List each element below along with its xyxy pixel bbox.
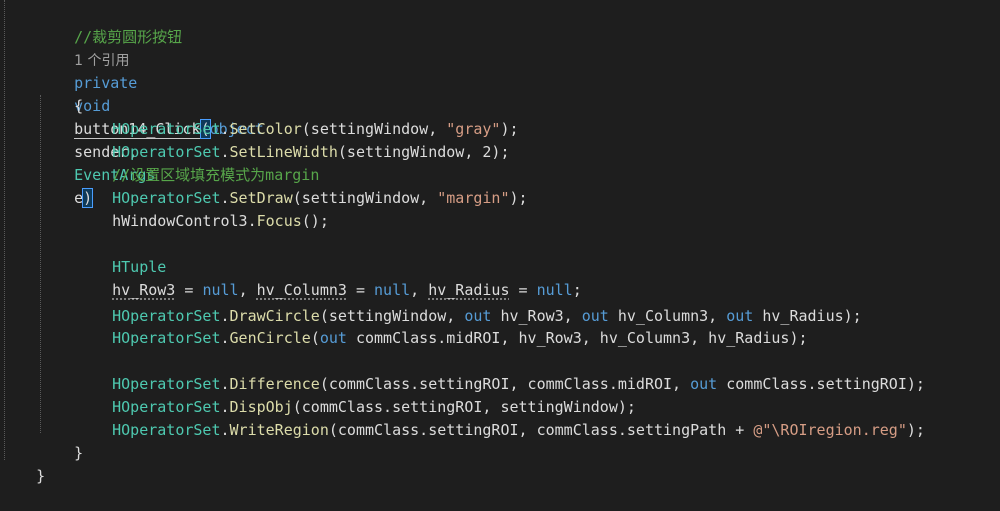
code-line-setdraw[interactable]: HOperatorSet.SetDraw(settingWindow, "mar… <box>76 164 1000 207</box>
codelens-references[interactable]: 1 个引用 <box>38 26 1000 69</box>
code-line-comment-title[interactable]: //裁剪圆形按钮 <box>38 3 1000 46</box>
indent-guide-outer <box>4 0 5 460</box>
code-editor[interactable]: //裁剪圆形按钮 1 个引用 private void button14_Cli… <box>0 0 1000 485</box>
code-line-close-brace[interactable]: } <box>38 419 1000 462</box>
method-focus: Focus <box>256 212 302 230</box>
outer-close-brace: } <box>36 467 46 485</box>
code-line-focus[interactable]: hWindowControl3.Focus(); <box>76 187 1000 230</box>
code-line-htuple-decl[interactable]: HTuple hv_Row3 = null, hv_Column3 = null… <box>76 233 1000 299</box>
code-line-writeregion[interactable]: HOperatorSet.WriteRegion(commClass.setti… <box>76 396 1000 439</box>
code-line-setcolor[interactable]: HOperatorSet.SetColor(settingWindow, "gr… <box>76 95 1000 138</box>
code-line-open-brace[interactable]: { <box>38 72 1000 115</box>
code-line-method-signature[interactable]: private void button14_Click(object sende… <box>38 49 1000 208</box>
code-line-drawcircle[interactable]: HOperatorSet.DrawCircle(settingWindow, o… <box>76 282 1000 325</box>
class-hoperatorset: HOperatorSet <box>112 329 221 347</box>
code-line-dispobj[interactable]: HOperatorSet.DispObj(commClass.settingRO… <box>76 373 1000 416</box>
code-line-setlinewidth[interactable]: HOperatorSet.SetLineWidth(settingWindow,… <box>76 118 1000 161</box>
code-line-outer-close-brace[interactable]: } <box>0 442 1000 485</box>
code-line-gencircle[interactable]: HOperatorSet.GenCircle(out commClass.mid… <box>76 304 1000 347</box>
code-line-comment-margin[interactable]: //设置区域填充模式为margin <box>76 141 1000 184</box>
code-line-difference[interactable]: HOperatorSet.Difference(commClass.settin… <box>76 350 1000 393</box>
type-htuple: HTuple <box>112 258 167 276</box>
method-gencircle: GenCircle <box>229 329 311 347</box>
